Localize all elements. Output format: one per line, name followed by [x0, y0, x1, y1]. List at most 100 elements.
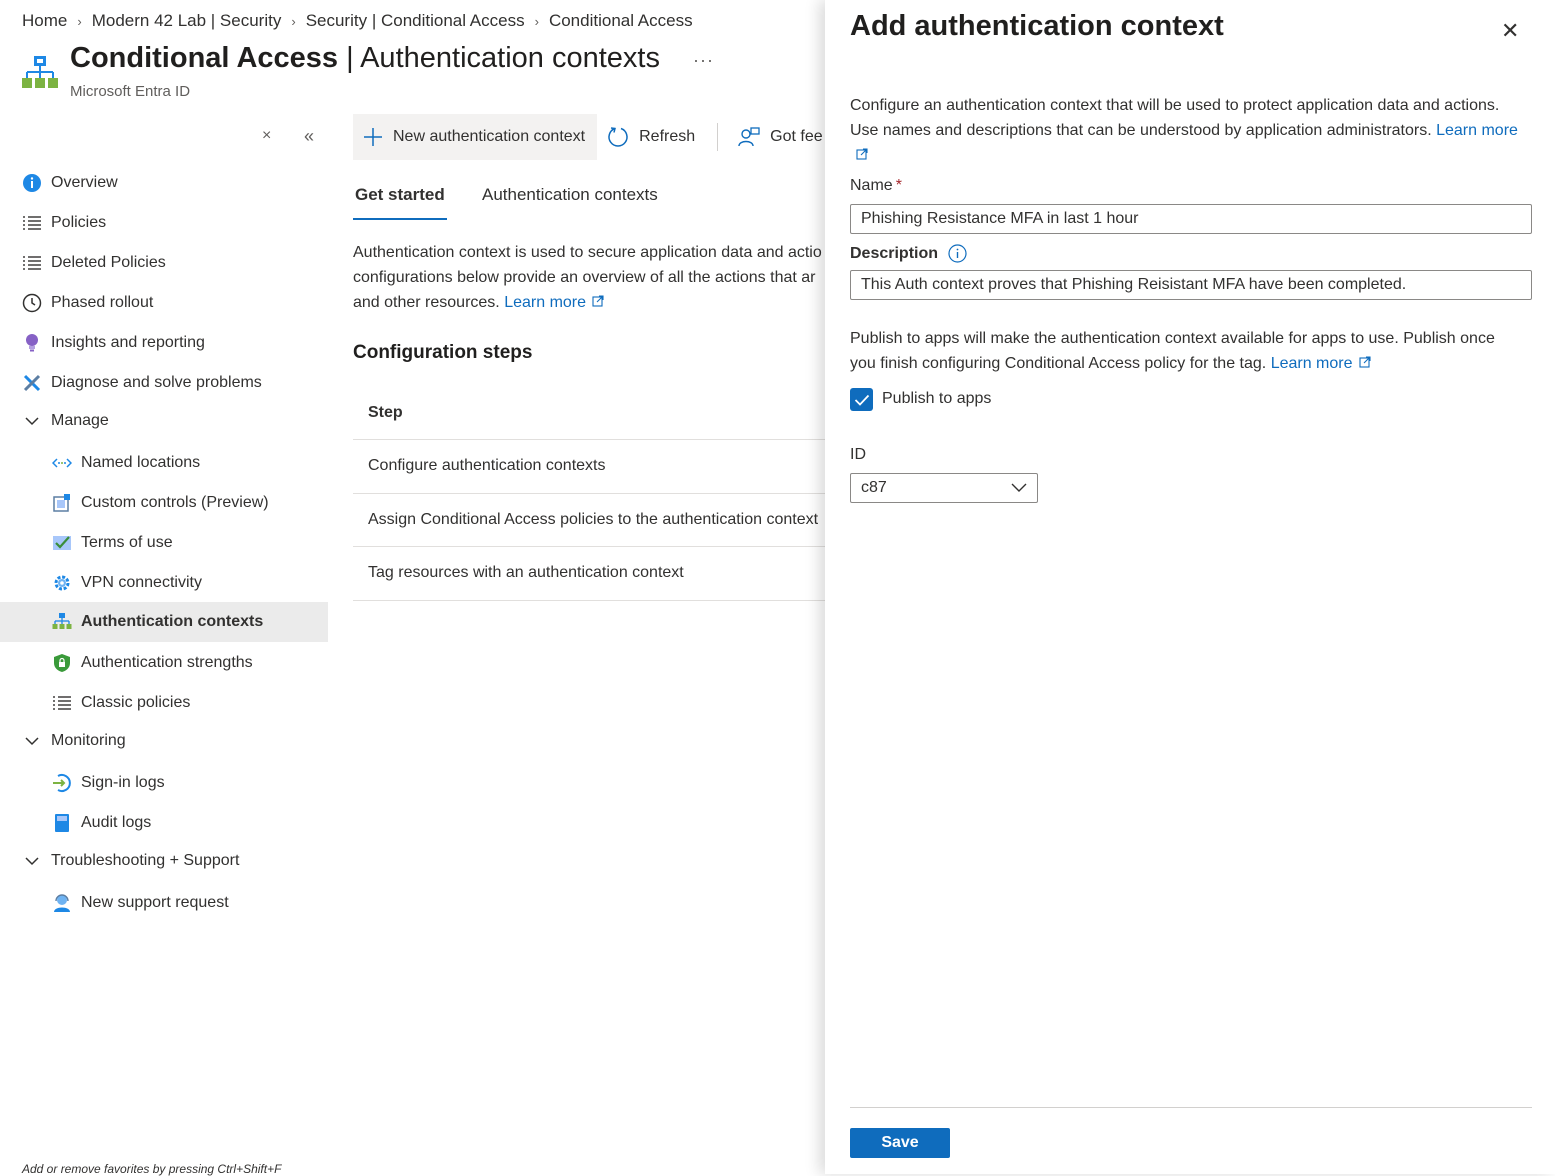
info-icon[interactable] — [948, 244, 967, 263]
sidebar-group-monitoring[interactable]: Monitoring — [0, 721, 328, 761]
close-icon[interactable]: × — [262, 127, 271, 145]
close-icon[interactable]: ✕ — [1501, 18, 1519, 44]
sidebar-item-label: Deleted Policies — [51, 254, 166, 271]
table-row[interactable]: Assign Conditional Access policies to th… — [353, 494, 825, 547]
panel-footer-divider — [850, 1107, 1532, 1108]
page-subtitle: Microsoft Entra ID — [70, 83, 191, 100]
intro-text: Authentication context is used to secure… — [353, 240, 833, 315]
sidebar-item-terms-of-use[interactable]: Terms of use — [0, 523, 328, 563]
learn-more-link[interactable]: Learn more — [504, 294, 586, 311]
description-label: Description — [850, 244, 967, 263]
list-icon — [51, 692, 73, 714]
sidebar-item-label: Diagnose and solve problems — [51, 374, 262, 391]
new-authentication-context-button[interactable]: New authentication context — [353, 114, 598, 160]
book-icon — [51, 812, 73, 834]
learn-more-link[interactable]: Learn more — [1436, 122, 1518, 139]
breadcrumb-ca[interactable]: Conditional Access — [549, 11, 693, 31]
list-icon — [21, 252, 43, 274]
sidebar-item-classic-policies[interactable]: Classic policies — [0, 683, 328, 723]
sidebar-item-insights[interactable]: Insights and reporting — [0, 323, 328, 363]
table-row[interactable]: Tag resources with an authentication con… — [353, 547, 825, 601]
breadcrumb: Home › Modern 42 Lab | Security › Securi… — [22, 11, 693, 31]
sidebar-item-label: Authentication contexts — [81, 613, 264, 630]
sidebar-item-label: Terms of use — [81, 534, 173, 551]
intro-line-2: configurations below provide an overview… — [353, 269, 816, 286]
breadcrumb-home[interactable]: Home — [22, 11, 67, 31]
tab-get-started[interactable]: Get started — [353, 185, 447, 220]
plus-icon — [363, 127, 383, 147]
more-options-button[interactable]: ··· — [693, 50, 714, 71]
sidebar-item-phased-rollout[interactable]: Phased rollout — [0, 283, 328, 323]
name-label-text: Name — [850, 177, 893, 194]
person-headset-icon — [51, 892, 73, 914]
location-arrows-icon — [51, 452, 73, 474]
sidebar-item-named-locations[interactable]: Named locations — [0, 443, 328, 483]
intro-line-3-text: and other resources. — [353, 294, 505, 311]
publish-to-apps-label[interactable]: Publish to apps — [882, 390, 991, 408]
toolbar-divider — [717, 123, 719, 151]
collapse-sidebar-icon[interactable]: « — [304, 126, 314, 147]
breadcrumb-security-ca[interactable]: Security | Conditional Access — [306, 11, 525, 31]
sidebar-group-manage[interactable]: Manage — [0, 401, 328, 441]
refresh-label: Refresh — [639, 128, 696, 145]
page-title-bold: Conditional Access — [70, 42, 339, 74]
sidebar-group-label: Troubleshooting + Support — [51, 852, 240, 869]
publish-description-line-2: you finish configuring Conditional Acces… — [850, 351, 1540, 376]
sign-in-icon — [51, 772, 73, 794]
sidebar-item-new-support-request[interactable]: New support request — [0, 883, 328, 923]
table-row[interactable]: Configure authentication contexts — [353, 440, 825, 494]
description-field[interactable]: This Auth context proves that Phishing R… — [850, 270, 1532, 300]
chevron-right-icon: › — [77, 13, 82, 29]
hierarchy-icon — [51, 611, 73, 633]
sidebar-item-diagnose[interactable]: Diagnose and solve problems — [0, 363, 328, 403]
save-button[interactable]: Save — [850, 1128, 950, 1158]
sidebar-item-authentication-strengths[interactable]: Authentication strengths — [0, 643, 328, 683]
page-title: Conditional Access | Authentication cont… — [70, 42, 660, 75]
panel-description-line-3 — [850, 143, 1540, 168]
learn-more-link[interactable]: Learn more — [1271, 355, 1353, 372]
feedback-icon — [738, 126, 760, 148]
sidebar-item-custom-controls[interactable]: Custom controls (Preview) — [0, 483, 328, 523]
sidebar-item-authentication-contexts[interactable]: Authentication contexts — [0, 602, 328, 642]
id-dropdown[interactable]: c87 — [850, 473, 1038, 503]
panel-description: Configure an authentication context that… — [850, 93, 1540, 168]
panel-description-line-2-text: Use names and descriptions that can be u… — [850, 122, 1437, 139]
chevron-down-icon — [1011, 483, 1027, 493]
sidebar-item-label: Authentication strengths — [81, 654, 253, 671]
sidebar-item-label: Sign-in logs — [81, 774, 165, 791]
id-label: ID — [850, 446, 866, 463]
add-authentication-context-panel: Add authentication context ✕ Configure a… — [825, 0, 1555, 1174]
page-title-rest: | Authentication contexts — [338, 42, 660, 74]
publish-description-line-2-text: you finish configuring Conditional Acces… — [850, 355, 1271, 372]
feedback-label: Got fee — [770, 128, 823, 145]
sidebar-item-label: Custom controls (Preview) — [81, 494, 269, 511]
feedback-button[interactable]: Got fee — [728, 114, 834, 160]
shield-lock-icon — [51, 652, 73, 674]
sidebar-item-audit-logs[interactable]: Audit logs — [0, 803, 328, 843]
checkmark-icon — [854, 394, 869, 406]
publish-to-apps-checkbox[interactable] — [850, 388, 873, 411]
new-authentication-context-label: New authentication context — [393, 128, 586, 145]
sidebar-item-sign-in-logs[interactable]: Sign-in logs — [0, 763, 328, 803]
chevron-down-icon — [21, 734, 43, 749]
command-bar: New authentication context Refresh Got f… — [353, 114, 835, 160]
sidebar-group-label: Manage — [51, 412, 109, 429]
configuration-steps-heading: Configuration steps — [353, 342, 533, 363]
refresh-button[interactable]: Refresh — [597, 114, 707, 160]
breadcrumb-tenant[interactable]: Modern 42 Lab | Security — [92, 11, 282, 31]
tab-authentication-contexts[interactable]: Authentication contexts — [482, 185, 658, 220]
sidebar-item-deleted-policies[interactable]: Deleted Policies — [0, 243, 328, 283]
sidebar-item-label: Audit logs — [81, 814, 152, 831]
external-link-icon[interactable] — [856, 143, 868, 168]
intro-line-1: Authentication context is used to secure… — [353, 244, 822, 261]
sidebar-item-policies[interactable]: Policies — [0, 203, 328, 243]
sidebar-item-label: Overview — [51, 174, 118, 191]
sidebar-group-support[interactable]: Troubleshooting + Support — [0, 841, 328, 881]
list-icon — [21, 212, 43, 234]
sidebar-item-label: Phased rollout — [51, 294, 154, 311]
external-link-icon — [592, 290, 604, 315]
sidebar-item-vpn[interactable]: VPN connectivity — [0, 563, 328, 603]
name-field[interactable]: Phishing Resistance MFA in last 1 hour — [850, 204, 1532, 234]
sidebar-item-overview[interactable]: Overview — [0, 163, 328, 203]
intro-line-3: and other resources. Learn more — [353, 290, 833, 315]
